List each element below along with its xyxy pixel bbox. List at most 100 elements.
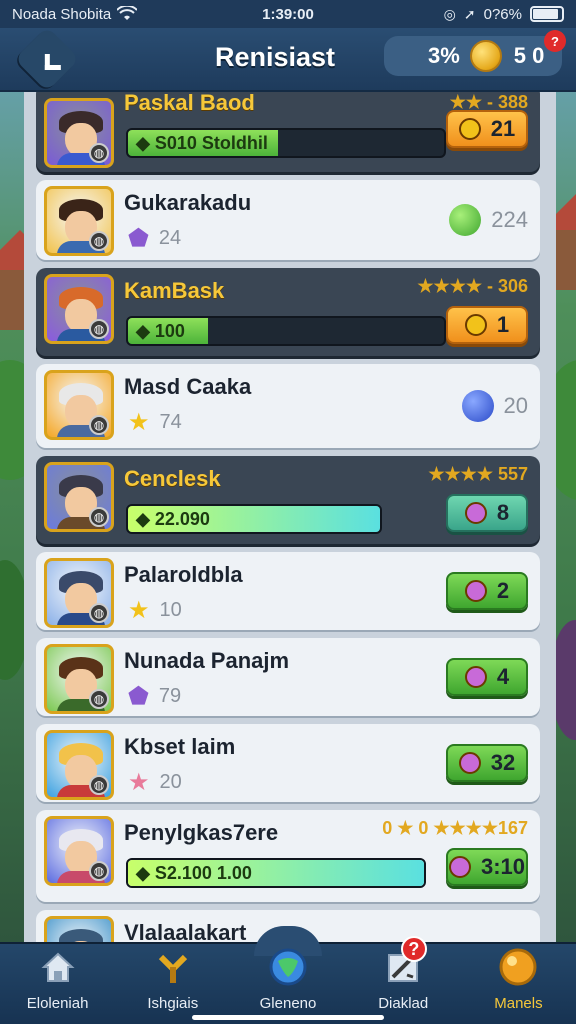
side-stat: 224 [449, 204, 528, 236]
progress-fill: ◆ 100 [128, 318, 208, 344]
player-avatar[interactable]: ◍ [44, 916, 114, 942]
bottom-navigation: Eloleniah Ishgiais Gleneno Diaklad? Manels [0, 926, 576, 1024]
player-name: Penylgkas7ere [124, 820, 279, 845]
stat-value: 79 [158, 685, 182, 707]
player-name: Palaroldbla [124, 562, 243, 587]
currency-amount: 5 0 [513, 43, 545, 68]
progress-label: ◆ 22.090 [136, 508, 210, 529]
player-avatar[interactable]: ◍ [44, 370, 114, 440]
globe-icon [268, 947, 308, 987]
gem-icon: ★ [128, 597, 150, 624]
nav-label: Manels [494, 995, 543, 1012]
smile-icon [458, 752, 481, 774]
reward-value: 4 [496, 664, 510, 689]
nav-label: Diaklad [378, 995, 429, 1012]
reward-value: 1 [496, 312, 510, 337]
nav-item-hammer[interactable]: Ishgiais [115, 944, 230, 1024]
orb-icon [498, 947, 538, 987]
player-stat: ⬟ 24 [128, 224, 181, 253]
player-list[interactable]: ◍ Paskal Baod ★★ - 388 ◆ S010 Stoldhil 21 ◍ Gu… [24, 92, 556, 942]
reward-button[interactable]: 1 [446, 306, 528, 344]
player-row[interactable]: ◍ Gukarakadu ⬟ 24 224 [36, 180, 540, 260]
player-avatar[interactable]: ◍ [44, 816, 114, 886]
reward-value: 8 [496, 500, 510, 525]
player-row[interactable]: ◍ Cenclesk ★★★★ 557 ◆ 22.090 8 [36, 456, 540, 544]
wifi-icon [117, 6, 138, 20]
nav-item-globe[interactable]: Gleneno [230, 944, 345, 1024]
reward-button[interactable]: 4 [446, 658, 528, 696]
arrow-icon: ➚ [463, 5, 476, 22]
player-row[interactable]: ◍ Paskal Baod ★★ - 388 ◆ S010 Stoldhil 21 [36, 92, 540, 172]
side-value: 20 [503, 393, 528, 418]
smile-icon [464, 502, 487, 524]
coin-icon [458, 118, 481, 140]
player-avatar[interactable]: ◍ [44, 186, 114, 256]
reward-button[interactable]: 32 [446, 744, 528, 782]
coin-icon [469, 40, 502, 72]
smile-icon [464, 666, 487, 688]
page-title: Renisiast [214, 42, 336, 72]
progress-fill: ◆ S010 Stoldhil [128, 130, 278, 156]
stat-value: 20 [159, 771, 182, 793]
stat-value: 74 [159, 411, 182, 433]
player-avatar[interactable]: ◍ [44, 558, 114, 628]
player-avatar[interactable]: ◍ [44, 98, 114, 168]
nav-label: Eloleniah [26, 995, 89, 1012]
player-stat: ⬟ 79 [128, 682, 181, 711]
currency-display[interactable]: 3% 5 0 ? [384, 30, 566, 76]
star-rating: ★★★★ - 306 [417, 276, 528, 296]
player-row[interactable]: ◍ Nunada Panajm ⬟ 79 4 [36, 638, 540, 716]
status-bar: Noada Shobita 1:39:00 ◎ ➚ 0?6% [0, 0, 576, 28]
reward-value: 21 [490, 116, 516, 141]
progress-label: ◆ S010 Stoldhil [136, 132, 268, 153]
hammer-icon [153, 947, 193, 987]
reward-button[interactable]: 2 [446, 572, 528, 610]
nav-item-orb[interactable]: Manels [461, 944, 576, 1024]
reward-button[interactable]: 3:10 [446, 848, 528, 886]
star-rating: ★★★★ 557 [428, 464, 528, 484]
player-name: Nunada Panajm [124, 648, 290, 673]
level-badge-icon: ◍ [89, 319, 109, 339]
player-row[interactable]: ◍ Palaroldbla ★ 10 2 [36, 552, 540, 630]
notification-badge: ? [544, 30, 566, 52]
player-avatar[interactable]: ◍ [44, 462, 114, 532]
level-badge-icon: ◍ [89, 231, 109, 251]
coin-icon [464, 314, 487, 336]
stat-value: 10 [159, 599, 182, 621]
level-badge-icon: ◍ [89, 143, 109, 163]
reward-value: 32 [490, 750, 516, 775]
player-avatar[interactable]: ◍ [44, 644, 114, 714]
nav-label: Gleneno [259, 995, 317, 1012]
progress-bar: ◆ 100 [126, 316, 446, 346]
progress-bar: ◆ 22.090 [126, 504, 382, 534]
nav-label: Ishgiais [147, 995, 199, 1012]
nav-item-home[interactable]: Eloleniah [0, 944, 115, 1024]
gem-icon: ⬟ [128, 225, 149, 252]
reward-button[interactable]: 8 [446, 494, 528, 532]
player-name: Cenclesk [124, 466, 221, 491]
side-stat: 20 [461, 390, 528, 422]
player-stat: ★ 74 [128, 408, 182, 437]
top-header: Renisiast 3% 5 0 ? [0, 26, 576, 92]
progress-bar: ◆ S2.100 1.00 [126, 858, 426, 888]
stat-value: 24 [158, 227, 182, 249]
back-button[interactable] [14, 26, 80, 92]
progress-fill: ◆ 22.090 [128, 506, 380, 532]
player-row[interactable]: ◍ KamBask ★★★★ - 306 ◆ 100 1 [36, 268, 540, 356]
player-row[interactable]: ◍ Kbset laim ★ 20 32 [36, 724, 540, 802]
player-avatar[interactable]: ◍ [44, 730, 114, 800]
battery-icon [530, 6, 564, 22]
battery-percent: 0?6% [483, 5, 522, 23]
player-row[interactable]: ◍ Masd Caaka ★ 74 20 [36, 364, 540, 448]
player-avatar[interactable]: ◍ [44, 274, 114, 344]
star-rating: 0 ★ 0 ★★★★167 [382, 818, 528, 838]
smile-icon [464, 580, 487, 602]
player-row[interactable]: ◍ Penylgkas7ere 0 ★ 0 ★★★★167 ◆ S2.100 1.00… [36, 810, 540, 902]
reward-button[interactable]: 21 [446, 110, 528, 148]
player-name: Masd Caaka [124, 374, 252, 399]
player-name: Kbset laim [124, 734, 236, 759]
chevron-left-icon [44, 54, 61, 70]
player-name: Paskal Baod [124, 92, 255, 115]
nav-item-sword[interactable]: Diaklad? [346, 936, 461, 1024]
player-stat: ★ 20 [128, 768, 182, 797]
